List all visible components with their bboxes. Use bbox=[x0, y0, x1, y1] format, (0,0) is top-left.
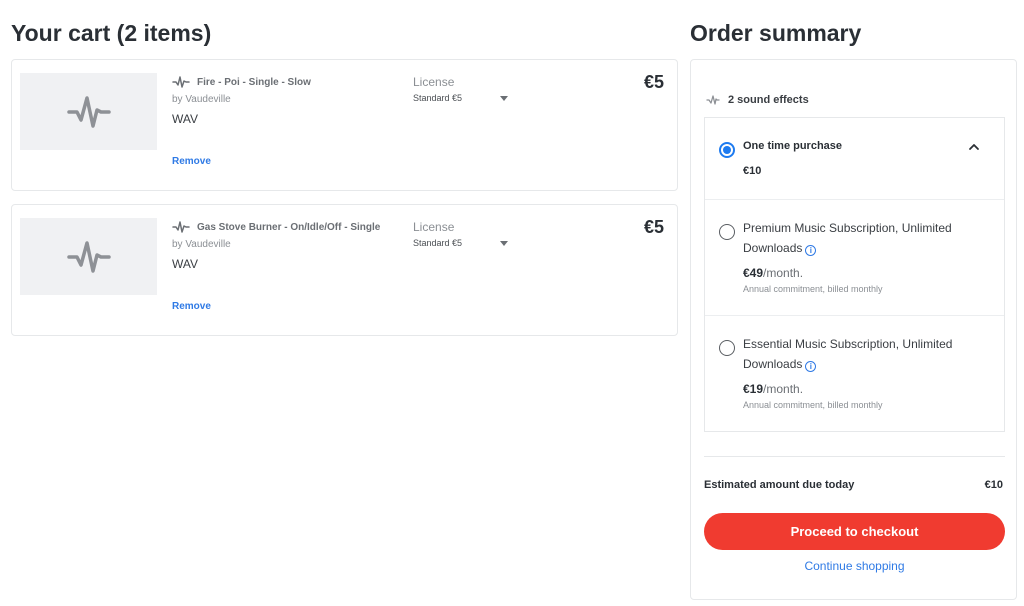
cart-title: Your cart (2 items) bbox=[11, 20, 212, 46]
item-title-row: Fire - Poi - Single - Slow bbox=[172, 74, 311, 90]
info-icon[interactable]: i bbox=[805, 360, 817, 372]
proceed-to-checkout-button[interactable]: Proceed to checkout bbox=[704, 513, 1005, 550]
option-note: Annual commitment, billed monthly bbox=[743, 284, 883, 294]
radio-essential-subscription[interactable] bbox=[719, 340, 735, 356]
cart-item: Gas Stove Burner - On/Idle/Off - Single … bbox=[11, 204, 678, 336]
radio-premium-subscription[interactable] bbox=[719, 224, 735, 240]
license-select[interactable]: Standard €5 bbox=[413, 236, 509, 250]
option-title: One time purchase bbox=[743, 140, 843, 152]
item-price: €5 bbox=[643, 217, 664, 237]
item-title[interactable]: Fire - Poi - Single - Slow bbox=[197, 77, 311, 88]
item-title-row: Gas Stove Burner - On/Idle/Off - Single bbox=[172, 219, 380, 235]
license-value: Standard €5 bbox=[413, 238, 463, 248]
caret-down-icon bbox=[500, 240, 508, 246]
license-select[interactable]: Standard €5 bbox=[413, 91, 509, 105]
continue-shopping-link[interactable]: Continue shopping bbox=[704, 559, 1005, 573]
estimated-due-label: Estimated amount due today bbox=[704, 479, 855, 491]
chevron-up-icon[interactable] bbox=[968, 142, 980, 152]
cart-item: Fire - Poi - Single - Slow by Vaudeville… bbox=[11, 59, 678, 191]
item-author[interactable]: by Vaudeville bbox=[172, 94, 231, 105]
option-price-period: /month. bbox=[763, 266, 804, 280]
option-price-amount: €49 bbox=[743, 266, 764, 280]
item-author[interactable]: by Vaudeville bbox=[172, 239, 231, 250]
option-essential-subscription[interactable]: Essential Music Subscription, Unlimited … bbox=[705, 316, 1004, 432]
purchase-options: One time purchase €10 Premium Music Subs… bbox=[704, 117, 1005, 432]
option-price: €10 bbox=[743, 165, 762, 177]
radio-one-time-purchase[interactable] bbox=[719, 142, 735, 158]
option-one-time-purchase[interactable]: One time purchase €10 bbox=[705, 118, 1004, 200]
license-label: License bbox=[413, 220, 455, 234]
remove-button[interactable]: Remove bbox=[172, 156, 211, 167]
option-title: Premium Music Subscription, Unlimited Do… bbox=[743, 219, 983, 258]
divider bbox=[704, 456, 1005, 457]
item-format: WAV bbox=[172, 112, 198, 126]
sound-effects-count: 2 sound effects bbox=[706, 94, 809, 106]
option-note: Annual commitment, billed monthly bbox=[743, 400, 883, 410]
waveform-icon bbox=[172, 76, 190, 88]
option-price: €49/month. bbox=[743, 266, 803, 280]
option-title: Essential Music Subscription, Unlimited … bbox=[743, 335, 983, 374]
item-thumbnail[interactable] bbox=[20, 218, 157, 295]
waveform-icon bbox=[66, 95, 111, 128]
estimated-due-value: €10 bbox=[984, 479, 1003, 491]
waveform-icon bbox=[706, 95, 720, 105]
sound-effects-count-label: 2 sound effects bbox=[728, 94, 809, 106]
option-price-amount: €19 bbox=[743, 382, 764, 396]
item-title[interactable]: Gas Stove Burner - On/Idle/Off - Single bbox=[197, 222, 380, 233]
caret-down-icon bbox=[500, 95, 508, 101]
item-price: €5 bbox=[643, 72, 664, 92]
option-premium-subscription[interactable]: Premium Music Subscription, Unlimited Do… bbox=[705, 200, 1004, 316]
order-summary-title: Order summary bbox=[690, 20, 862, 46]
order-summary-card: 2 sound effects One time purchase €10 Pr… bbox=[690, 59, 1017, 600]
remove-button[interactable]: Remove bbox=[172, 301, 211, 312]
option-price: €19/month. bbox=[743, 382, 803, 396]
license-value: Standard €5 bbox=[413, 93, 463, 103]
item-thumbnail[interactable] bbox=[20, 73, 157, 150]
waveform-icon bbox=[66, 240, 111, 273]
item-format: WAV bbox=[172, 257, 198, 271]
option-title-text: Essential Music Subscription, Unlimited … bbox=[743, 337, 953, 371]
info-icon[interactable]: i bbox=[805, 244, 817, 256]
option-title-text: Premium Music Subscription, Unlimited Do… bbox=[743, 221, 952, 255]
license-label: License bbox=[413, 75, 455, 89]
option-price-period: /month. bbox=[763, 382, 804, 396]
waveform-icon bbox=[172, 221, 190, 233]
